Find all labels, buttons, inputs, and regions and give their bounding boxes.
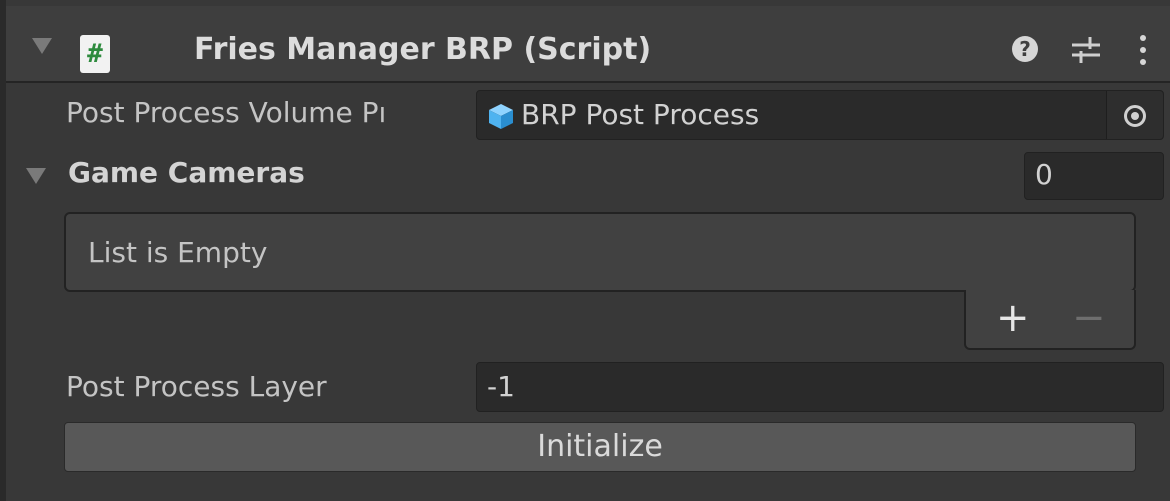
list-footer: + − [964, 290, 1136, 350]
remove-element-button[interactable]: − [1072, 298, 1106, 338]
add-element-button[interactable]: + [996, 298, 1030, 338]
foldout-arrow-icon[interactable] [32, 38, 52, 54]
object-picker-dot [1131, 112, 1139, 120]
context-menu-icon[interactable] [1138, 34, 1148, 66]
list-empty-text: List is Empty [88, 236, 268, 269]
post-process-volume-field[interactable]: BRP Post Process [476, 90, 1164, 140]
script-icon: # [80, 35, 110, 73]
post-process-layer-field[interactable]: -1 [476, 362, 1164, 412]
game-cameras-size-field[interactable]: 0 [1024, 152, 1164, 200]
gameobject-cube-icon [489, 104, 513, 129]
post-process-layer-label: Post Process Layer [66, 370, 327, 403]
help-icon[interactable]: ? [1012, 36, 1038, 62]
component-title: Fries Manager BRP (Script) [194, 32, 652, 67]
game-cameras-foldout-icon[interactable] [26, 168, 46, 184]
post-process-volume-value: BRP Post Process [521, 98, 760, 131]
game-cameras-label[interactable]: Game Cameras [68, 156, 305, 189]
object-picker-button[interactable] [1106, 91, 1163, 139]
preset-settings-icon[interactable] [1070, 35, 1102, 65]
game-cameras-list: List is Empty [64, 212, 1136, 292]
component-header[interactable]: # Fries Manager BRP (Script) ? [6, 6, 1170, 83]
initialize-button[interactable]: Initialize [64, 422, 1136, 472]
post-process-volume-label: Post Process Volume Pı [66, 96, 387, 129]
inspector-panel: # Fries Manager BRP (Script) ? Post Proc… [0, 0, 1170, 501]
